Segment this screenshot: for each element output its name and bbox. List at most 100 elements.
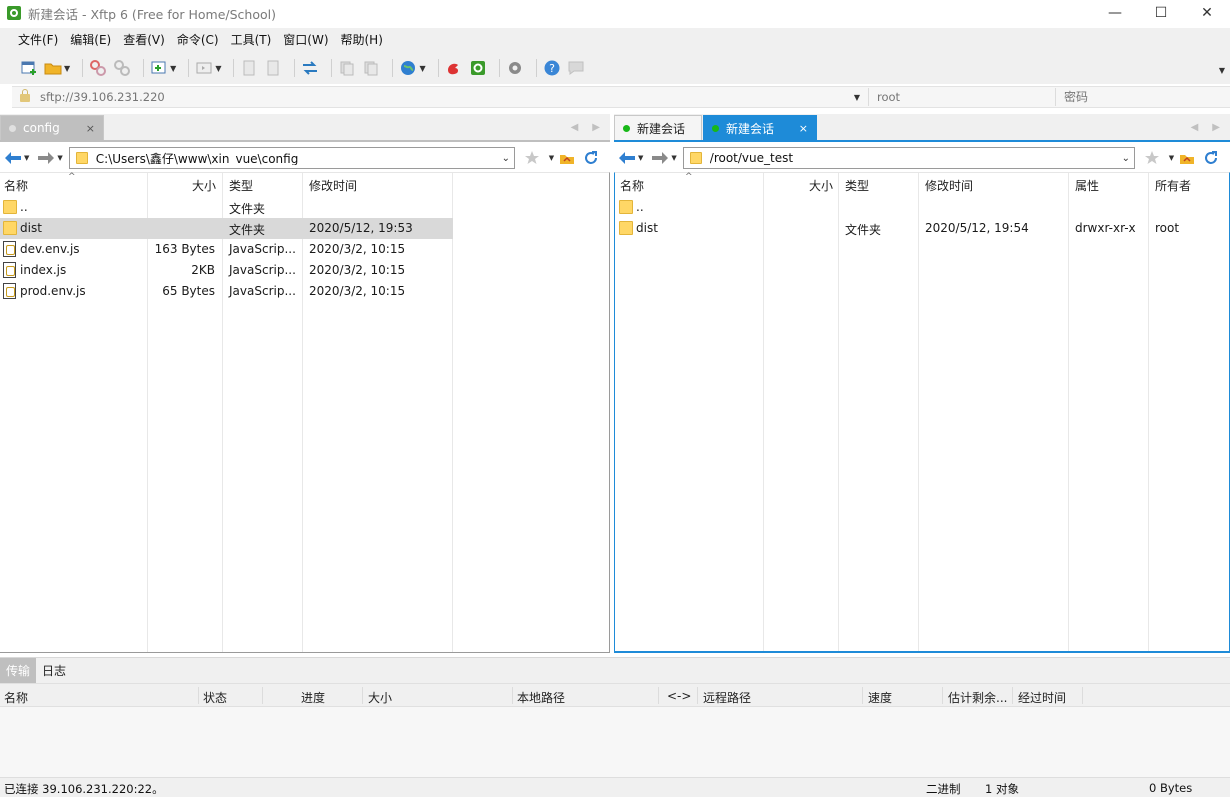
home-folder-icon[interactable]	[558, 149, 576, 167]
back-dropdown-caret-icon[interactable]: ▼	[638, 154, 643, 162]
col-mtime[interactable]: 修改时间	[925, 177, 973, 194]
object-count: 1 对象	[985, 782, 1019, 796]
col-owner[interactable]: 所有者	[1155, 177, 1191, 194]
host-address-input[interactable]	[40, 87, 850, 107]
globe-dropdown-caret-icon[interactable]: ▼	[419, 64, 425, 73]
col-name[interactable]: 名称	[620, 177, 644, 194]
paste-icon[interactable]	[362, 59, 380, 77]
forward-dropdown-caret-icon[interactable]: ▼	[57, 154, 62, 162]
tab-scroll-right-icon[interactable]: ▶	[592, 122, 600, 133]
minimize-button[interactable]: —	[1092, 0, 1138, 26]
forward-arrow-icon[interactable]	[37, 149, 55, 167]
table-row[interactable]: dist 文件夹 2020/5/12, 19:53	[0, 218, 453, 239]
maximize-button[interactable]: ☐	[1138, 0, 1184, 26]
col-size[interactable]: 大小	[192, 177, 216, 194]
terminal-dropdown-caret-icon[interactable]: ▼	[215, 64, 221, 73]
help-icon[interactable]: ?	[543, 59, 561, 77]
table-row[interactable]: dist 文件夹 2020/5/12, 19:54 drwxr-xr-x roo…	[615, 218, 1229, 239]
new-tab-icon[interactable]	[150, 59, 168, 77]
path-dropdown-caret-icon[interactable]: ⌄	[498, 153, 514, 164]
menu-view[interactable]: 查看(V)	[117, 28, 171, 52]
chat-icon[interactable]	[567, 59, 585, 77]
tab-session-2[interactable]: 新建会话 ×	[703, 115, 817, 140]
tab-scroll-right-icon[interactable]: ▶	[1212, 122, 1220, 133]
menu-tools[interactable]: 工具(T)	[225, 28, 278, 52]
col-transfer-name[interactable]: 名称	[4, 689, 28, 706]
back-arrow-icon[interactable]	[618, 149, 636, 167]
col-transfer-local-path[interactable]: 本地路径	[517, 689, 565, 706]
js-file-icon	[3, 283, 16, 299]
forward-arrow-icon[interactable]	[651, 149, 669, 167]
forward-dropdown-caret-icon[interactable]: ▼	[671, 154, 676, 162]
col-transfer-status[interactable]: 状态	[203, 689, 227, 706]
disconnect-icon[interactable]	[89, 59, 107, 77]
back-arrow-icon[interactable]	[4, 149, 22, 167]
table-row[interactable]: prod.env.js 65 Bytes JavaScrip... 2020/3…	[0, 281, 609, 302]
gear-icon[interactable]	[506, 59, 524, 77]
local-path-input[interactable]	[95, 151, 498, 165]
col-transfer-elapsed[interactable]: 经过时间	[1018, 689, 1066, 706]
host-dropdown-caret-icon[interactable]: ▼	[850, 93, 864, 102]
tab-session-1[interactable]: 新建会话	[614, 115, 702, 140]
col-size[interactable]: 大小	[809, 177, 833, 194]
reconnect-icon[interactable]	[113, 59, 131, 77]
path-dropdown-caret-icon[interactable]: ⌄	[1118, 153, 1134, 164]
tab-log[interactable]: 日志	[36, 658, 72, 683]
refresh-icon[interactable]	[582, 149, 600, 167]
col-transfer-speed[interactable]: 速度	[868, 689, 892, 706]
download-file-icon[interactable]	[264, 59, 282, 77]
close-tab-icon[interactable]: ×	[799, 122, 808, 135]
refresh-icon[interactable]	[1202, 149, 1220, 167]
menu-command[interactable]: 命令(C)	[171, 28, 225, 52]
favorites-dropdown-caret-icon[interactable]: ▼	[549, 154, 554, 162]
tab-scroll-left-icon[interactable]: ◀	[1191, 122, 1199, 133]
favorites-star-icon[interactable]	[1143, 149, 1161, 167]
col-transfer-direction[interactable]: <->	[667, 689, 691, 703]
file-type: JavaScrip...	[229, 284, 296, 298]
tab-transfer[interactable]: 传输	[0, 658, 37, 683]
xftp-icon[interactable]	[469, 59, 487, 77]
remote-path-input[interactable]	[709, 151, 1118, 165]
close-button[interactable]: ✕	[1184, 0, 1230, 26]
menu-edit[interactable]: 编辑(E)	[64, 28, 117, 52]
col-mtime[interactable]: 修改时间	[309, 177, 357, 194]
username-input[interactable]	[873, 87, 1051, 107]
col-type[interactable]: 类型	[845, 177, 869, 194]
new-session-icon[interactable]	[20, 59, 38, 77]
open-folder-icon[interactable]	[44, 59, 62, 77]
xshell-icon[interactable]	[445, 59, 463, 77]
title-bar: 新建会话 - Xftp 6 (Free for Home/School) — ☐…	[0, 0, 1230, 26]
menu-window[interactable]: 窗口(W)	[277, 28, 334, 52]
col-name[interactable]: 名称	[4, 177, 28, 194]
table-row[interactable]: .. 文件夹	[0, 197, 609, 218]
table-row[interactable]: dev.env.js 163 Bytes JavaScrip... 2020/3…	[0, 239, 609, 260]
menu-file[interactable]: 文件(F)	[12, 28, 64, 52]
tab-config[interactable]: config ×	[0, 115, 104, 140]
sync-transfer-icon[interactable]	[301, 59, 319, 77]
table-row[interactable]: index.js 2KB JavaScrip... 2020/3/2, 10:1…	[0, 260, 609, 281]
favorites-star-icon[interactable]	[523, 149, 541, 167]
local-nav-tools: ▼	[523, 149, 606, 167]
toolbar-overflow-caret-icon[interactable]: ▼	[1219, 66, 1225, 75]
new-tab-dropdown-caret-icon[interactable]: ▼	[170, 64, 176, 73]
home-folder-icon[interactable]	[1178, 149, 1196, 167]
password-input[interactable]	[1060, 87, 1230, 107]
close-tab-icon[interactable]: ×	[86, 122, 95, 135]
table-row[interactable]: ..	[615, 197, 1229, 218]
terminal-icon[interactable]	[195, 59, 213, 77]
col-type[interactable]: 类型	[229, 177, 253, 194]
col-attributes[interactable]: 属性	[1075, 177, 1099, 194]
col-transfer-progress[interactable]: 进度	[301, 689, 325, 706]
tab-scroll-left-icon[interactable]: ◀	[571, 122, 579, 133]
favorites-dropdown-caret-icon[interactable]: ▼	[1169, 154, 1174, 162]
col-transfer-eta[interactable]: 估计剩余...	[948, 689, 1007, 706]
col-transfer-remote-path[interactable]: 远程路径	[703, 689, 751, 706]
menu-help[interactable]: 帮助(H)	[335, 28, 389, 52]
open-dropdown-caret-icon[interactable]: ▼	[64, 64, 70, 73]
col-transfer-size[interactable]: 大小	[368, 689, 392, 706]
upload-file-icon[interactable]	[240, 59, 258, 77]
globe-icon[interactable]	[399, 59, 417, 77]
back-dropdown-caret-icon[interactable]: ▼	[24, 154, 29, 162]
copy-icon[interactable]	[338, 59, 356, 77]
file-type: JavaScrip...	[229, 242, 296, 256]
